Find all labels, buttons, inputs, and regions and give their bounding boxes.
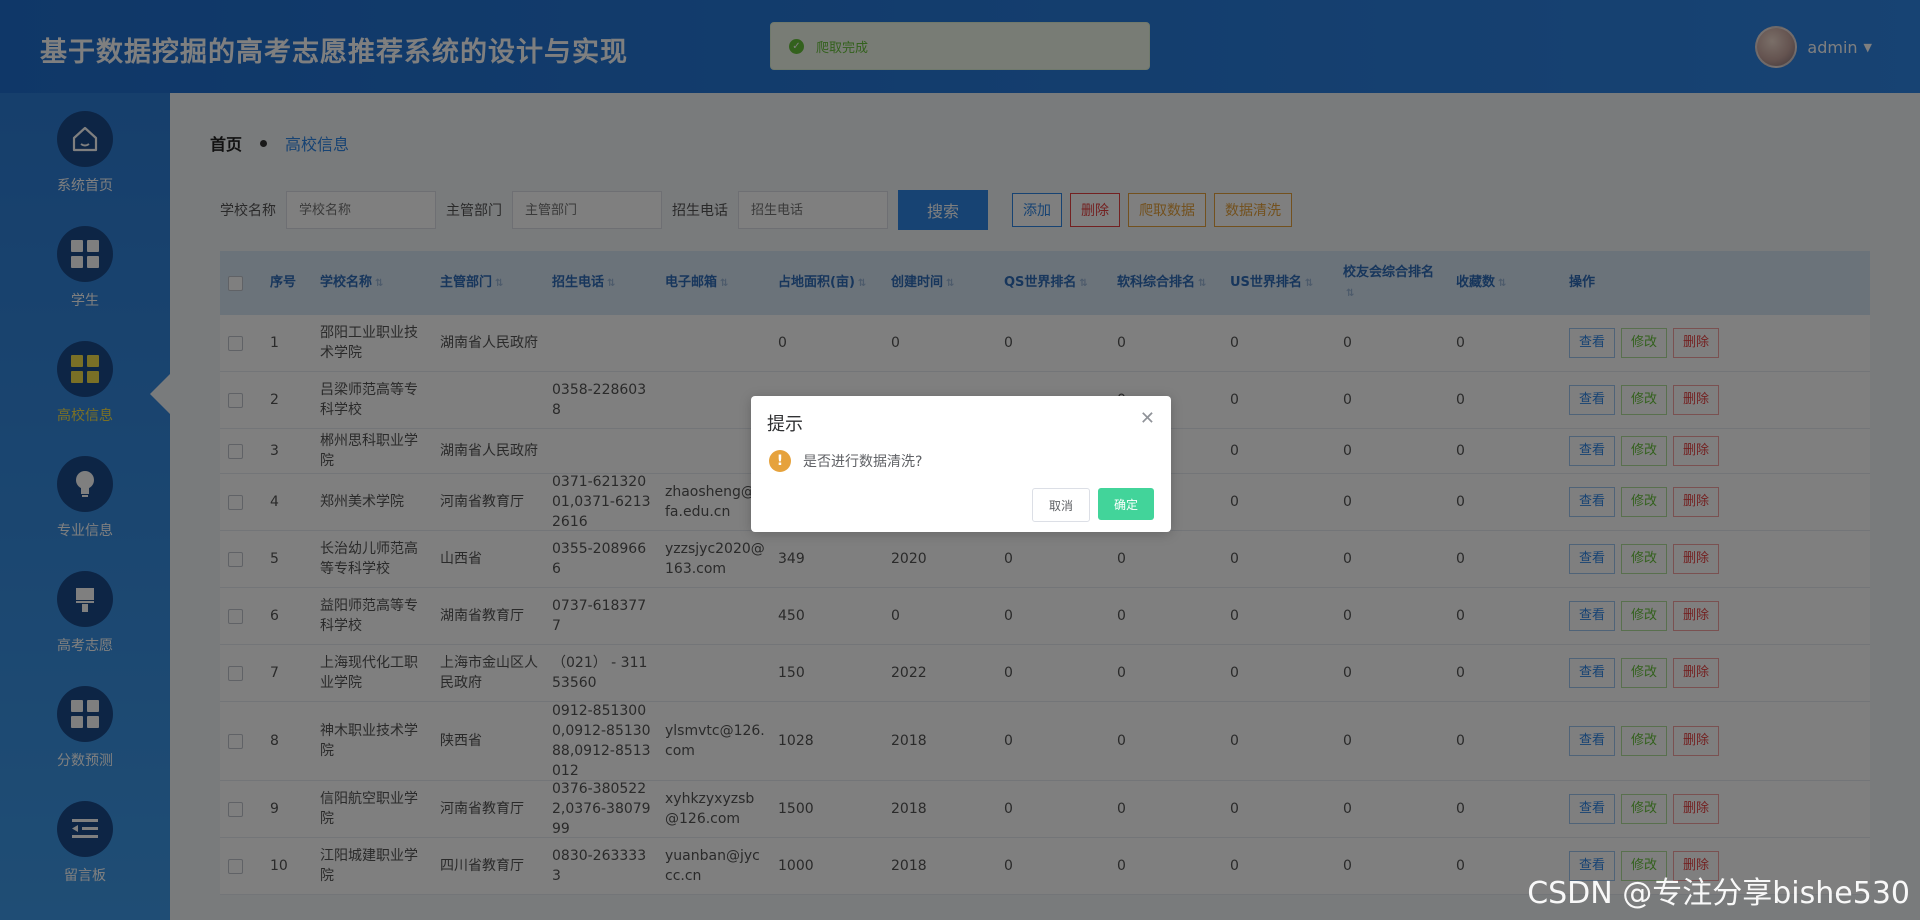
confirm-button[interactable]: 确定 [1098,488,1154,520]
dialog-title: 提示 [767,414,803,435]
confirm-dialog: 提示 ✕ ! 是否进行数据清洗? 取消 确定 [751,396,1171,532]
dialog-body: ! 是否进行数据清洗? [769,450,922,472]
watermark: CSDN @专注分享bishe530 [1527,876,1910,911]
dialog-message: 是否进行数据清洗? [803,454,923,470]
close-icon[interactable]: ✕ [1140,408,1155,429]
cancel-button[interactable]: 取消 [1032,488,1090,522]
warning-icon: ! [769,450,791,472]
